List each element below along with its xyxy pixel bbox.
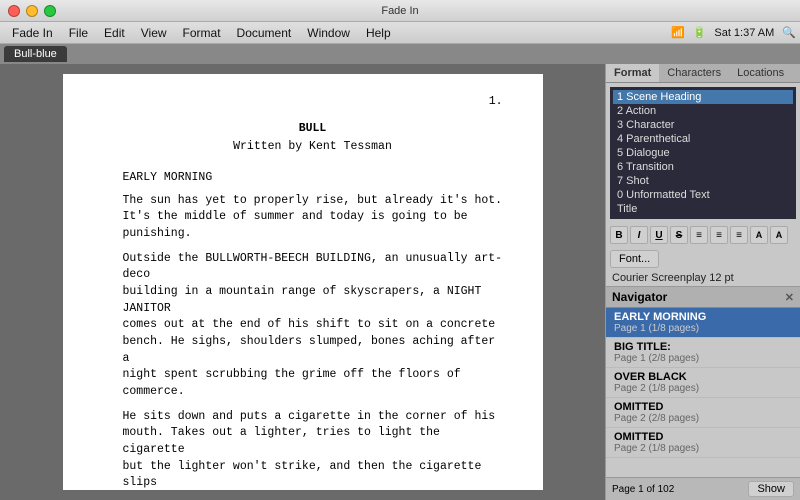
- window-controls: [8, 5, 56, 17]
- show-button[interactable]: Show: [748, 481, 794, 497]
- main-layout: 1. BULL Written by Kent Tessman EARLY MO…: [0, 64, 800, 500]
- font-button[interactable]: Font...: [610, 250, 659, 268]
- style-scene-heading[interactable]: 1 Scene Heading: [613, 90, 793, 104]
- nav-item-title-4: OMITTED: [614, 431, 792, 443]
- style-shot[interactable]: 7 Shot: [613, 174, 793, 188]
- style-action[interactable]: 2 Action: [613, 104, 793, 118]
- menu-bar: Fade In File Edit View Format Document W…: [0, 22, 800, 44]
- menu-window[interactable]: Window: [299, 24, 358, 42]
- style-unformatted[interactable]: 0 Unformatted Text: [613, 188, 793, 202]
- nav-footer: Page 1 of 102 Show: [606, 477, 800, 500]
- action-para-3: He sits down and puts a cigarette in the…: [123, 409, 503, 490]
- style-list: 1 Scene Heading 2 Action 3 Character 4 P…: [610, 87, 796, 219]
- align-right-button[interactable]: ≡: [730, 226, 748, 244]
- navigator-close-icon[interactable]: ✕: [785, 291, 794, 304]
- wifi-icon: 📶: [671, 26, 685, 39]
- nav-list: EARLY MORNING Page 1 (1/8 pages) BIG TIT…: [606, 308, 800, 477]
- style-dialogue[interactable]: 5 Dialogue: [613, 146, 793, 160]
- nav-item-over-black[interactable]: OVER BLACK Page 2 (1/8 pages): [606, 368, 800, 398]
- tab-format[interactable]: Format: [606, 64, 659, 82]
- menu-format[interactable]: Format: [175, 24, 229, 42]
- navigator-title: Navigator: [612, 290, 667, 304]
- script-author: Written by Kent Tessman: [123, 139, 503, 156]
- nav-item-sub-2: Page 2 (1/8 pages): [614, 383, 792, 394]
- format-tabs: Format Characters Locations Other: [606, 64, 800, 83]
- strikethrough-button[interactable]: S: [670, 226, 688, 244]
- menu-fade-in[interactable]: Fade In: [4, 24, 61, 42]
- font-name: Courier Screenplay 12 pt: [606, 270, 800, 286]
- doc-tab-bar: Bull-blue: [0, 44, 800, 64]
- color-b-button[interactable]: A: [770, 226, 788, 244]
- menu-bar-right: 📶 🔋 Sat 1:37 AM 🔍: [671, 26, 796, 39]
- script-page: 1. BULL Written by Kent Tessman EARLY MO…: [63, 74, 543, 490]
- search-icon[interactable]: 🔍: [782, 26, 796, 39]
- style-title[interactable]: Title: [613, 202, 793, 216]
- nav-item-omitted-1[interactable]: OMITTED Page 2 (2/8 pages): [606, 398, 800, 428]
- battery-icon: 🔋: [693, 26, 707, 39]
- action-para-2: Outside the BULLWORTH-BEECH BUILDING, an…: [123, 251, 503, 401]
- menu-edit[interactable]: Edit: [96, 24, 133, 42]
- nav-item-sub-3: Page 2 (2/8 pages): [614, 413, 792, 424]
- nav-item-early-morning[interactable]: EARLY MORNING Page 1 (1/8 pages): [606, 308, 800, 338]
- format-toolbar: B I U S ≡ ≡ ≡ A A: [606, 223, 800, 247]
- title-bar: Fade In: [0, 0, 800, 22]
- close-button[interactable]: [8, 5, 20, 17]
- tab-other[interactable]: Other: [792, 64, 800, 82]
- tab-locations[interactable]: Locations: [729, 64, 792, 82]
- bold-button[interactable]: B: [610, 226, 628, 244]
- navigator-panel: Navigator ✕ EARLY MORNING Page 1 (1/8 pa…: [606, 287, 800, 500]
- style-character[interactable]: 3 Character: [613, 118, 793, 132]
- format-panel: Format Characters Locations Other 1 Scen…: [606, 64, 800, 287]
- align-center-button[interactable]: ≡: [710, 226, 728, 244]
- nav-item-title-3: OMITTED: [614, 401, 792, 413]
- page-number: 1.: [123, 94, 503, 111]
- nav-footer-text: Page 1 of 102: [612, 484, 674, 495]
- nav-item-big-title[interactable]: BIG TITLE: Page 1 (2/8 pages): [606, 338, 800, 368]
- clock: Sat 1:37 AM: [714, 27, 774, 39]
- italic-button[interactable]: I: [630, 226, 648, 244]
- nav-item-sub-1: Page 1 (2/8 pages): [614, 353, 792, 364]
- nav-item-sub-0: Page 1 (1/8 pages): [614, 323, 792, 334]
- style-transition[interactable]: 6 Transition: [613, 160, 793, 174]
- window-title: Fade In: [381, 5, 418, 17]
- nav-item-sub-4: Page 2 (1/8 pages): [614, 443, 792, 454]
- nav-item-title-1: BIG TITLE:: [614, 341, 792, 353]
- action-para-1: The sun has yet to properly rise, but al…: [123, 193, 503, 243]
- menu-view[interactable]: View: [133, 24, 175, 42]
- script-title: BULL: [123, 121, 503, 138]
- nav-item-title-2: OVER BLACK: [614, 371, 792, 383]
- menu-document[interactable]: Document: [229, 24, 300, 42]
- menu-file[interactable]: File: [61, 24, 96, 42]
- style-parenthetical[interactable]: 4 Parenthetical: [613, 132, 793, 146]
- color-a-button[interactable]: A: [750, 226, 768, 244]
- tab-characters[interactable]: Characters: [659, 64, 729, 82]
- underline-button[interactable]: U: [650, 226, 668, 244]
- maximize-button[interactable]: [44, 5, 56, 17]
- scene-heading-early-morning: EARLY MORNING: [123, 170, 503, 187]
- minimize-button[interactable]: [26, 5, 38, 17]
- navigator-header: Navigator ✕: [606, 287, 800, 308]
- nav-item-omitted-2[interactable]: OMITTED Page 2 (1/8 pages): [606, 428, 800, 458]
- doc-tab[interactable]: Bull-blue: [4, 46, 67, 62]
- right-panel: Format Characters Locations Other 1 Scen…: [605, 64, 800, 500]
- nav-item-title-0: EARLY MORNING: [614, 311, 792, 323]
- menu-help[interactable]: Help: [358, 24, 399, 42]
- align-left-button[interactable]: ≡: [690, 226, 708, 244]
- script-area[interactable]: 1. BULL Written by Kent Tessman EARLY MO…: [0, 64, 605, 500]
